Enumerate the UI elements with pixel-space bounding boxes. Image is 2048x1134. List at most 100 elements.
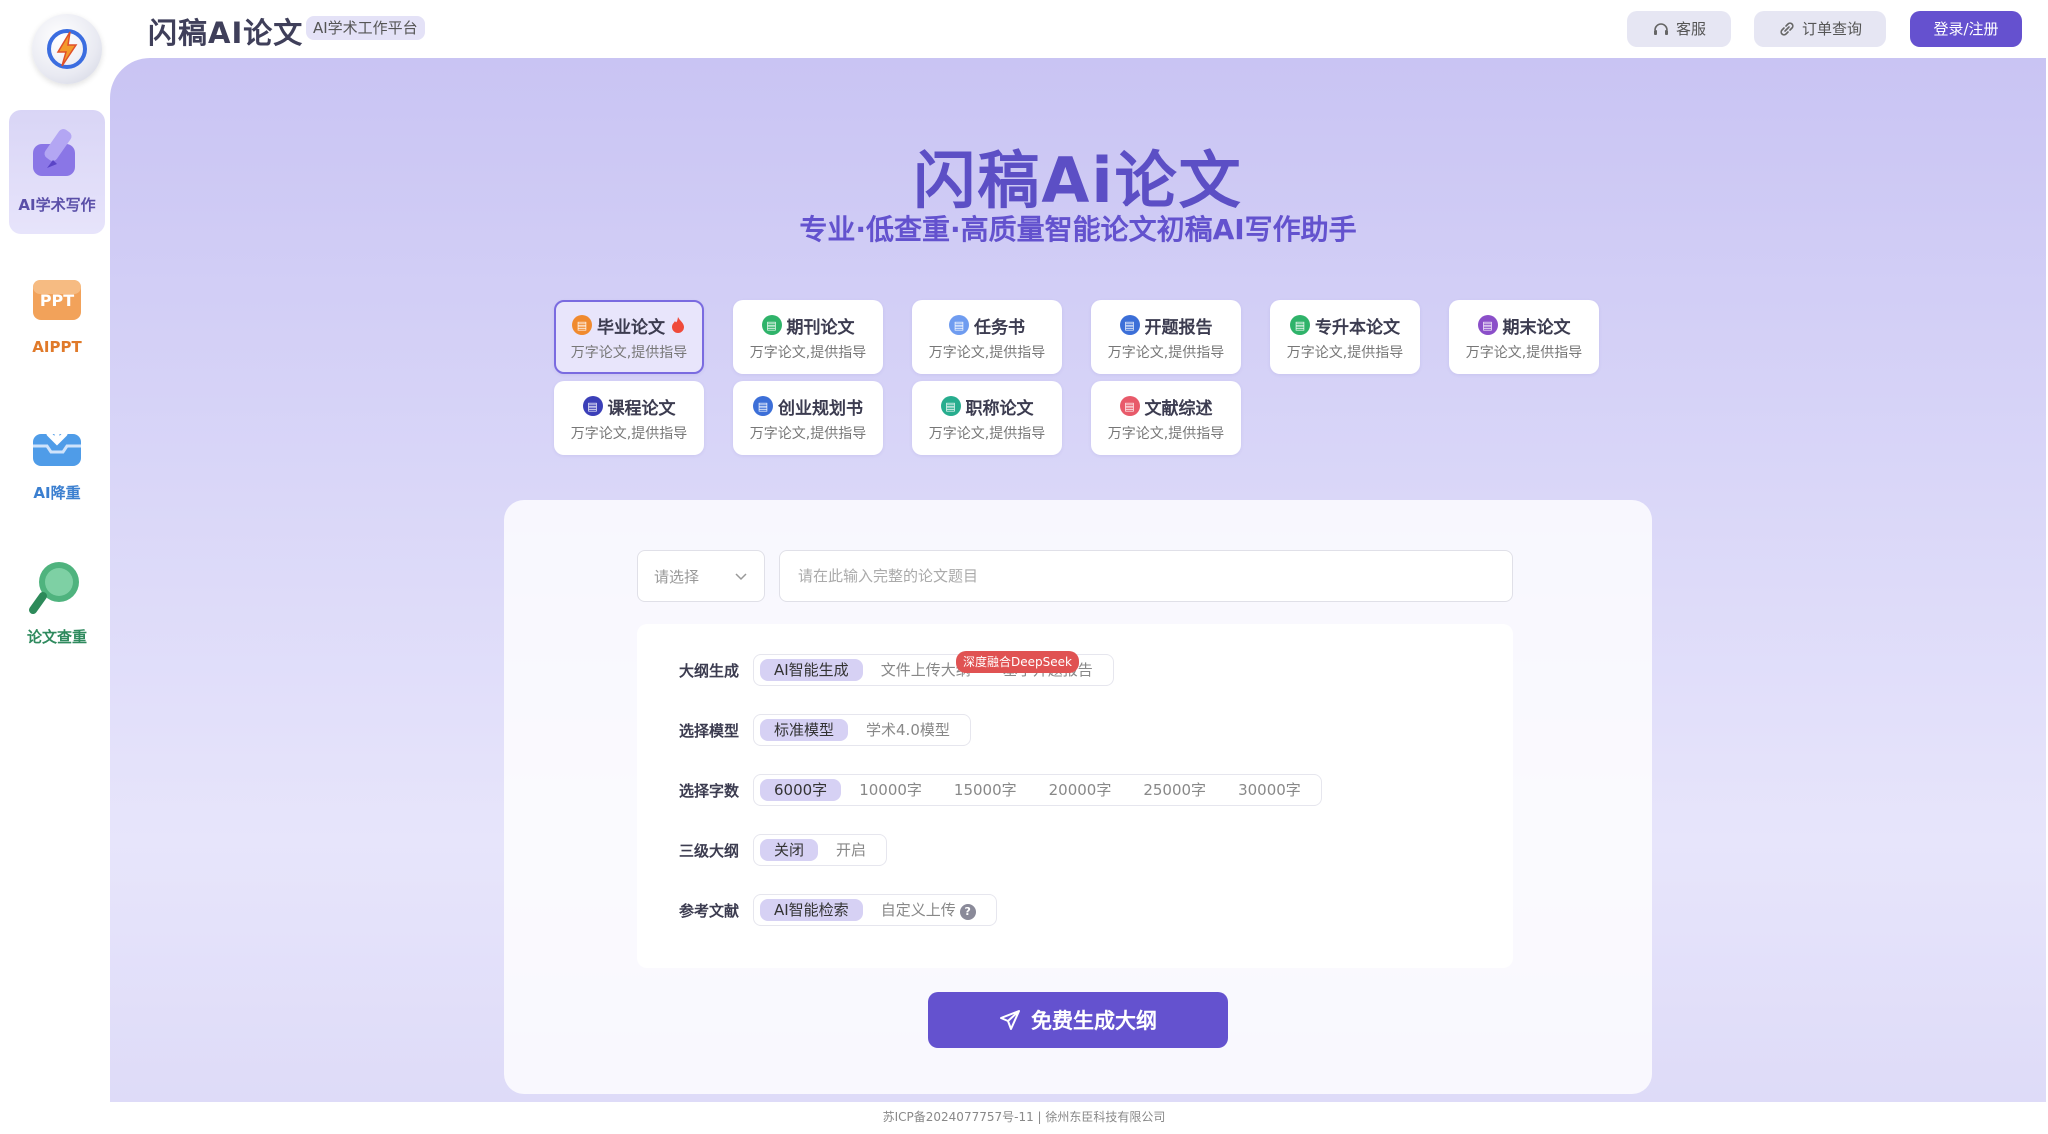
category-desc: 万字论文,提供指导 xyxy=(1465,344,1583,361)
word-count-row: 选择字数 6000字 10000字 15000字 20000字 25000字 3… xyxy=(679,774,1322,806)
document-icon: ▤ xyxy=(940,396,961,416)
sidebar-item-label: AI学术写作 xyxy=(18,196,96,214)
document-icon: ▤ xyxy=(582,396,603,416)
category-upgrade-thesis[interactable]: ▤ 专升本论文 万字论文,提供指导 xyxy=(1270,300,1420,374)
sidebar-item-ai-reduce[interactable]: AI降重 xyxy=(9,398,105,522)
sidebar-item-aippt[interactable]: PPT AIPPT xyxy=(9,254,105,378)
model-option-standard[interactable]: 标准模型 xyxy=(760,719,849,741)
references-row: 参考文献 AI智能检索 自定义上传? xyxy=(679,894,997,926)
link-icon xyxy=(1780,22,1794,36)
word-count-segmented: 6000字 10000字 15000字 20000字 25000字 30000字 xyxy=(753,774,1322,806)
inbox-download-icon xyxy=(25,410,89,474)
category-name: 任务书 xyxy=(974,317,1025,338)
category-journal-paper[interactable]: ▤ 期刊论文 万字论文,提供指导 xyxy=(733,300,883,374)
level3-option-on[interactable]: 开启 xyxy=(822,839,880,861)
category-title-paper[interactable]: ▤ 职称论文 万字论文,提供指导 xyxy=(912,381,1062,455)
level3-outline-row: 三级大纲 关闭 开启 xyxy=(679,834,888,866)
generate-outline-button[interactable]: 免费生成大纲 xyxy=(928,992,1228,1048)
category-name: 专升本论文 xyxy=(1315,317,1400,338)
order-query-label: 订单查询 xyxy=(1801,20,1862,38)
send-plane-icon xyxy=(1000,1010,1020,1030)
login-register-label: 登录/注册 xyxy=(1933,20,1999,38)
category-name: 开题报告 xyxy=(1144,317,1213,338)
paper-type-select[interactable]: 请选择 xyxy=(637,550,765,602)
word-option-6000[interactable]: 6000字 xyxy=(760,779,842,801)
category-name: 职称论文 xyxy=(965,398,1034,419)
document-icon: ▤ xyxy=(1477,315,1498,335)
category-task-book[interactable]: ▤ 任务书 万字论文,提供指导 xyxy=(912,300,1062,374)
category-graduation-thesis[interactable]: ▤ 毕业论文 万字论文,提供指导 xyxy=(554,300,704,374)
word-option-25000[interactable]: 25000字 xyxy=(1129,779,1220,801)
options-panel: 大纲生成 AI智能生成 文件上传大纲 基于开题报告 选择模型 标准模型 学术4.… xyxy=(637,624,1513,968)
model-row: 选择模型 标准模型 学术4.0模型 xyxy=(679,714,971,746)
fire-hot-icon xyxy=(672,317,684,333)
top-header: 闪稿AI论文 AI学术工作平台 客服 订单查询 登录/注册 xyxy=(110,0,2048,58)
word-option-30000[interactable]: 30000字 xyxy=(1224,779,1315,801)
category-final-paper[interactable]: ▤ 期末论文 万字论文,提供指导 xyxy=(1449,300,1599,374)
document-icon: ▤ xyxy=(1119,315,1140,335)
word-option-15000[interactable]: 15000字 xyxy=(940,779,1031,801)
category-desc: 万字论文,提供指导 xyxy=(1107,344,1225,361)
brand-tag: AI学术工作平台 xyxy=(306,16,425,40)
word-option-20000[interactable]: 20000字 xyxy=(1035,779,1126,801)
sidebar: AI学术写作 PPT AIPPT AI降重 论文查重 xyxy=(0,0,110,1134)
document-icon: ▤ xyxy=(753,396,773,416)
login-register-button[interactable]: 登录/注册 xyxy=(1910,11,2022,47)
references-segmented: AI智能检索 自定义上传? xyxy=(753,894,997,926)
document-icon: ▤ xyxy=(1119,396,1140,416)
category-name: 毕业论文 xyxy=(597,317,665,338)
category-name: 期末论文 xyxy=(1502,317,1571,338)
outline-option-ai[interactable]: AI智能生成 xyxy=(760,659,863,681)
sidebar-item-plagiarism-check[interactable]: 论文查重 xyxy=(9,542,105,666)
references-label: 参考文献 xyxy=(679,901,740,920)
model-label: 选择模型 xyxy=(679,721,740,740)
sidebar-item-ai-writing[interactable]: AI学术写作 xyxy=(9,110,105,234)
sidebar-item-label: AIPPT xyxy=(32,338,82,356)
outline-label: 大纲生成 xyxy=(679,661,740,680)
main-panel: 闪稿Ai论文 专业·低查重·高质量智能论文初稿AI写作助手 ▤ 毕业论文 万字论… xyxy=(110,58,2046,1102)
footer-icp: 苏ICP备2024077757号-11 | 徐州东臣科技有限公司 xyxy=(882,1110,1166,1124)
category-desc: 万字论文,提供指导 xyxy=(928,425,1046,442)
document-icon: ▤ xyxy=(1290,315,1310,335)
category-desc: 万字论文,提供指导 xyxy=(749,344,867,361)
order-query-button[interactable]: 订单查询 xyxy=(1754,11,1886,47)
headset-icon xyxy=(1653,23,1668,35)
category-course-paper[interactable]: ▤ 课程论文 万字论文,提供指导 xyxy=(554,381,704,455)
category-desc: 万字论文,提供指导 xyxy=(1107,425,1225,442)
category-desc: 万字论文,提供指导 xyxy=(928,344,1046,361)
document-icon: ▤ xyxy=(949,315,969,335)
model-option-academic[interactable]: 学术4.0模型 xyxy=(852,719,964,741)
hero-subtitle: 专业·低查重·高质量智能论文初稿AI写作助手 xyxy=(799,213,1357,246)
help-icon[interactable]: ? xyxy=(959,904,976,920)
category-name: 期刊论文 xyxy=(786,317,855,338)
hero-title: 闪稿Ai论文 xyxy=(913,144,1243,217)
category-proposal-report[interactable]: ▤ 开题报告 万字论文,提供指导 xyxy=(1091,300,1241,374)
level3-segmented: 关闭 开启 xyxy=(753,834,888,866)
chevron-down-icon xyxy=(734,551,748,624)
generate-outline-label: 免费生成大纲 xyxy=(1031,1009,1157,1033)
brand-title: 闪稿AI论文 xyxy=(148,16,304,50)
level3-option-off[interactable]: 关闭 xyxy=(760,839,819,861)
category-desc: 万字论文,提供指导 xyxy=(749,425,867,442)
document-icon: ▤ xyxy=(572,315,592,335)
word-option-10000[interactable]: 10000字 xyxy=(845,779,936,801)
category-name: 课程论文 xyxy=(607,398,676,419)
level3-label: 三级大纲 xyxy=(679,841,740,860)
refs-option-custom[interactable]: 自定义上传? xyxy=(867,899,990,921)
refs-option-ai[interactable]: AI智能检索 xyxy=(760,899,863,921)
ppt-icon: PPT xyxy=(25,266,89,330)
customer-service-button[interactable]: 客服 xyxy=(1627,11,1731,47)
lightning-logo-icon xyxy=(47,29,87,69)
category-desc: 万字论文,提供指导 xyxy=(570,344,688,361)
category-desc: 万字论文,提供指导 xyxy=(1286,344,1404,361)
category-name: 文献综述 xyxy=(1144,398,1213,419)
category-business-plan[interactable]: ▤ 创业规划书 万字论文,提供指导 xyxy=(733,381,883,455)
sidebar-item-label: 论文查重 xyxy=(26,628,87,646)
word-count-label: 选择字数 xyxy=(679,781,740,800)
refs-custom-label: 自定义上传 xyxy=(880,901,956,919)
customer-service-label: 客服 xyxy=(1675,20,1706,38)
topic-input[interactable] xyxy=(779,550,1513,602)
logo[interactable] xyxy=(32,14,102,84)
model-segmented: 标准模型 学术4.0模型 xyxy=(753,714,971,746)
category-literature-review[interactable]: ▤ 文献综述 万字论文,提供指导 xyxy=(1091,381,1241,455)
